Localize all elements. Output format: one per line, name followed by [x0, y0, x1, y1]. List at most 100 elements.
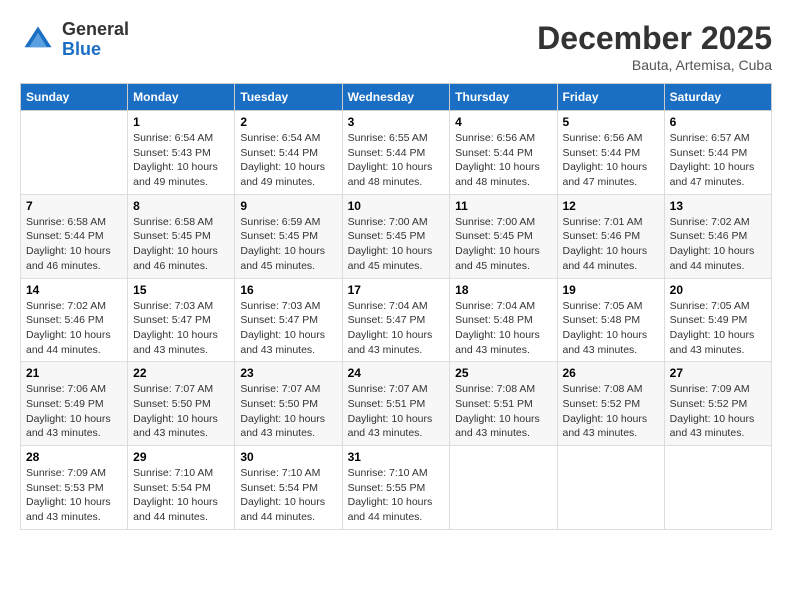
calendar-day-cell: 31 Sunrise: 7:10 AM Sunset: 5:55 PM Dayli… [342, 446, 450, 530]
calendar-day-header: Sunday [21, 84, 128, 111]
logo-text: General Blue [62, 20, 129, 60]
day-number: 12 [563, 199, 659, 213]
calendar-day-header: Friday [557, 84, 664, 111]
day-info: Sunrise: 7:10 AM Sunset: 5:54 PM Dayligh… [240, 466, 336, 525]
day-info: Sunrise: 7:10 AM Sunset: 5:54 PM Dayligh… [133, 466, 229, 525]
day-number: 9 [240, 199, 336, 213]
day-info: Sunrise: 7:04 AM Sunset: 5:47 PM Dayligh… [348, 299, 445, 358]
calendar-week-row: 1 Sunrise: 6:54 AM Sunset: 5:43 PM Daylig… [21, 111, 772, 195]
calendar-header-row: SundayMondayTuesdayWednesdayThursdayFrid… [21, 84, 772, 111]
logo-icon [20, 22, 56, 58]
calendar-day-cell: 20 Sunrise: 7:05 AM Sunset: 5:49 PM Dayli… [664, 278, 771, 362]
day-number: 5 [563, 115, 659, 129]
day-info: Sunrise: 7:07 AM Sunset: 5:51 PM Dayligh… [348, 382, 445, 441]
day-info: Sunrise: 7:06 AM Sunset: 5:49 PM Dayligh… [26, 382, 122, 441]
calendar-day-cell [664, 446, 771, 530]
day-number: 28 [26, 450, 122, 464]
calendar-day-cell: 11 Sunrise: 7:00 AM Sunset: 5:45 PM Dayli… [450, 194, 557, 278]
location-text: Bauta, Artemisa, Cuba [537, 57, 772, 73]
day-info: Sunrise: 6:55 AM Sunset: 5:44 PM Dayligh… [348, 131, 445, 190]
calendar-day-cell: 6Sunrise: 6:57 AM Sunset: 5:44 PM Daylig… [664, 111, 771, 195]
calendar-day-cell: 23 Sunrise: 7:07 AM Sunset: 5:50 PM Dayli… [235, 362, 342, 446]
calendar-day-cell: 28 Sunrise: 7:09 AM Sunset: 5:53 PM Dayli… [21, 446, 128, 530]
calendar-day-cell: 8Sunrise: 6:58 AM Sunset: 5:45 PM Daylig… [128, 194, 235, 278]
calendar-day-cell: 2Sunrise: 6:54 AM Sunset: 5:44 PM Daylig… [235, 111, 342, 195]
day-number: 16 [240, 283, 336, 297]
day-info: Sunrise: 7:00 AM Sunset: 5:45 PM Dayligh… [348, 215, 445, 274]
day-number: 22 [133, 366, 229, 380]
day-number: 26 [563, 366, 659, 380]
day-number: 4 [455, 115, 551, 129]
day-info: Sunrise: 7:07 AM Sunset: 5:50 PM Dayligh… [240, 382, 336, 441]
calendar-day-cell: 1 Sunrise: 6:54 AM Sunset: 5:43 PM Daylig… [128, 111, 235, 195]
calendar-day-cell: 16 Sunrise: 7:03 AM Sunset: 5:47 PM Dayli… [235, 278, 342, 362]
calendar-day-cell: 12 Sunrise: 7:01 AM Sunset: 5:46 PM Dayli… [557, 194, 664, 278]
calendar-day-cell: 4 Sunrise: 6:56 AM Sunset: 5:44 PM Daylig… [450, 111, 557, 195]
day-number: 29 [133, 450, 229, 464]
calendar-day-cell [450, 446, 557, 530]
day-number: 21 [26, 366, 122, 380]
day-number: 31 [348, 450, 445, 464]
calendar-week-row: 28 Sunrise: 7:09 AM Sunset: 5:53 PM Dayli… [21, 446, 772, 530]
day-info: Sunrise: 7:05 AM Sunset: 5:49 PM Dayligh… [670, 299, 766, 358]
calendar-week-row: 7 Sunrise: 6:58 AM Sunset: 5:44 PM Daylig… [21, 194, 772, 278]
day-info: Sunrise: 7:09 AM Sunset: 5:53 PM Dayligh… [26, 466, 122, 525]
calendar-day-cell: 13Sunrise: 7:02 AM Sunset: 5:46 PM Dayli… [664, 194, 771, 278]
day-number: 7 [26, 199, 122, 213]
page-header: General Blue December 2025 Bauta, Artemi… [20, 20, 772, 73]
calendar-week-row: 21 Sunrise: 7:06 AM Sunset: 5:49 PM Dayli… [21, 362, 772, 446]
calendar-day-cell: 17Sunrise: 7:04 AM Sunset: 5:47 PM Dayli… [342, 278, 450, 362]
day-number: 10 [348, 199, 445, 213]
day-number: 27 [670, 366, 766, 380]
logo: General Blue [20, 20, 129, 60]
calendar-day-cell: 24 Sunrise: 7:07 AM Sunset: 5:51 PM Dayli… [342, 362, 450, 446]
calendar-day-cell: 19 Sunrise: 7:05 AM Sunset: 5:48 PM Dayli… [557, 278, 664, 362]
day-info: Sunrise: 6:56 AM Sunset: 5:44 PM Dayligh… [563, 131, 659, 190]
day-info: Sunrise: 7:08 AM Sunset: 5:51 PM Dayligh… [455, 382, 551, 441]
calendar-day-cell: 27 Sunrise: 7:09 AM Sunset: 5:52 PM Dayli… [664, 362, 771, 446]
day-info: Sunrise: 6:56 AM Sunset: 5:44 PM Dayligh… [455, 131, 551, 190]
title-block: December 2025 Bauta, Artemisa, Cuba [537, 20, 772, 73]
day-info: Sunrise: 7:04 AM Sunset: 5:48 PM Dayligh… [455, 299, 551, 358]
day-info: Sunrise: 7:09 AM Sunset: 5:52 PM Dayligh… [670, 382, 766, 441]
month-title: December 2025 [537, 20, 772, 57]
day-number: 23 [240, 366, 336, 380]
calendar-day-header: Saturday [664, 84, 771, 111]
calendar-day-cell [557, 446, 664, 530]
day-number: 6 [670, 115, 766, 129]
day-info: Sunrise: 7:10 AM Sunset: 5:55 PM Dayligh… [348, 466, 445, 525]
day-number: 20 [670, 283, 766, 297]
calendar-day-cell: 26Sunrise: 7:08 AM Sunset: 5:52 PM Dayli… [557, 362, 664, 446]
day-number: 24 [348, 366, 445, 380]
calendar-day-cell: 9Sunrise: 6:59 AM Sunset: 5:45 PM Daylig… [235, 194, 342, 278]
day-info: Sunrise: 6:58 AM Sunset: 5:45 PM Dayligh… [133, 215, 229, 274]
day-number: 25 [455, 366, 551, 380]
day-info: Sunrise: 7:01 AM Sunset: 5:46 PM Dayligh… [563, 215, 659, 274]
calendar-day-cell: 25 Sunrise: 7:08 AM Sunset: 5:51 PM Dayli… [450, 362, 557, 446]
day-number: 3 [348, 115, 445, 129]
calendar-day-cell: 21 Sunrise: 7:06 AM Sunset: 5:49 PM Dayli… [21, 362, 128, 446]
day-info: Sunrise: 7:02 AM Sunset: 5:46 PM Dayligh… [26, 299, 122, 358]
day-info: Sunrise: 7:07 AM Sunset: 5:50 PM Dayligh… [133, 382, 229, 441]
calendar-day-header: Wednesday [342, 84, 450, 111]
calendar-day-cell: 22 Sunrise: 7:07 AM Sunset: 5:50 PM Dayli… [128, 362, 235, 446]
calendar-day-header: Thursday [450, 84, 557, 111]
calendar-day-cell: 10 Sunrise: 7:00 AM Sunset: 5:45 PM Dayli… [342, 194, 450, 278]
calendar-day-header: Tuesday [235, 84, 342, 111]
day-info: Sunrise: 7:03 AM Sunset: 5:47 PM Dayligh… [240, 299, 336, 358]
day-number: 30 [240, 450, 336, 464]
logo-blue-text: Blue [62, 40, 129, 60]
day-info: Sunrise: 6:54 AM Sunset: 5:43 PM Dayligh… [133, 131, 229, 190]
calendar-day-cell [21, 111, 128, 195]
calendar-day-cell: 14Sunrise: 7:02 AM Sunset: 5:46 PM Dayli… [21, 278, 128, 362]
day-info: Sunrise: 7:00 AM Sunset: 5:45 PM Dayligh… [455, 215, 551, 274]
day-number: 1 [133, 115, 229, 129]
calendar-day-cell: 29 Sunrise: 7:10 AM Sunset: 5:54 PM Dayli… [128, 446, 235, 530]
day-info: Sunrise: 6:58 AM Sunset: 5:44 PM Dayligh… [26, 215, 122, 274]
calendar-day-cell: 7 Sunrise: 6:58 AM Sunset: 5:44 PM Daylig… [21, 194, 128, 278]
day-info: Sunrise: 7:05 AM Sunset: 5:48 PM Dayligh… [563, 299, 659, 358]
calendar-day-cell: 5 Sunrise: 6:56 AM Sunset: 5:44 PM Daylig… [557, 111, 664, 195]
day-number: 15 [133, 283, 229, 297]
day-number: 11 [455, 199, 551, 213]
day-number: 19 [563, 283, 659, 297]
